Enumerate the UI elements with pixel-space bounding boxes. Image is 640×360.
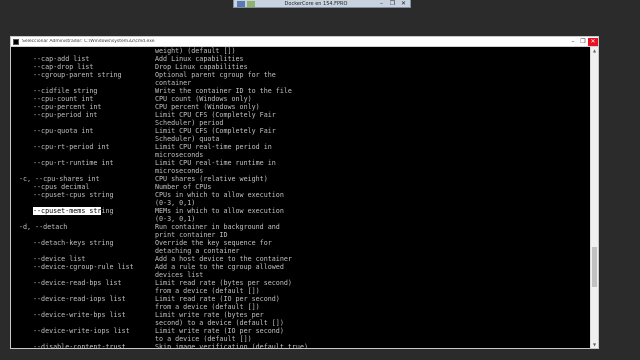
option-description: from a device (default []) xyxy=(155,287,260,295)
scroll-down-arrow-icon[interactable]: ▼ xyxy=(591,341,598,348)
option-name: --cpu-rt-runtime int xyxy=(33,159,114,167)
option-description: Limit CPU CFS (Completely Fair xyxy=(155,127,276,135)
option-name: -c, --cpu-shares int xyxy=(19,175,100,183)
option-description: to a device (default []) xyxy=(155,335,252,343)
option-description: Scheduler) quota xyxy=(155,135,220,143)
remote-close-button[interactable]: ✕ xyxy=(399,0,408,7)
remote-restore-button[interactable]: ❐ xyxy=(388,0,397,7)
option-description: microseconds xyxy=(155,167,204,175)
maximize-button[interactable]: ❐ xyxy=(578,38,588,46)
option-name: --device-cgroup-rule list xyxy=(33,263,134,271)
option-name: --cap-drop list xyxy=(33,63,94,71)
selected-text-highlight[interactable]: --cpuset-mems str xyxy=(33,207,102,215)
scroll-up-arrow-icon[interactable]: ▲ xyxy=(591,47,598,54)
option-name: --cap-add list xyxy=(33,55,90,63)
option-description: Limit read rate (IO per second) xyxy=(155,295,280,303)
option-description: Run container in background and xyxy=(155,223,280,231)
option-description: Scheduler) period xyxy=(155,119,224,127)
remote-minimize-button[interactable]: – xyxy=(377,0,386,7)
option-name: --cpu-count int xyxy=(33,95,94,103)
option-description: Write the container ID to the file xyxy=(155,87,292,95)
option-description: second) to a device (default []) xyxy=(155,319,284,327)
pin-icon[interactable] xyxy=(237,0,245,7)
console-window: Seleccionar Administrador: C:\Windows\sy… xyxy=(10,36,599,349)
minimize-button[interactable]: – xyxy=(568,38,578,46)
option-name: --cpu-period int xyxy=(33,111,98,119)
option-name: --cgroup-parent string xyxy=(33,71,122,79)
option-name: -d, --detach xyxy=(19,223,68,231)
option-name: --cpu-rt-period int xyxy=(33,143,110,151)
option-description: (0-3, 0,1) xyxy=(155,215,196,223)
option-description: CPU percent (Windows only) xyxy=(155,103,260,111)
option-description: MEMs in which to allow execution xyxy=(155,207,284,215)
option-description: Limit CPU CFS (Completely Fair xyxy=(155,111,276,119)
option-name: --device list xyxy=(33,255,86,263)
option-name: --cpu-quota int xyxy=(33,127,94,135)
option-name: --cidfile string xyxy=(33,87,98,95)
mouse-cursor-icon xyxy=(103,248,107,255)
option-name: --device-write-iops list xyxy=(33,327,130,335)
option-name: --detach-keys string xyxy=(33,239,114,247)
window-title: Seleccionar Administrador: C:\Windows\sy… xyxy=(22,39,155,44)
option-name: --device-read-bps list xyxy=(33,279,122,287)
vertical-scrollbar[interactable]: ▲ ▼ xyxy=(590,47,598,348)
option-description: Limit CPU real-time runtime in xyxy=(155,159,276,167)
option-description: microseconds xyxy=(155,151,204,159)
window-titlebar[interactable]: Seleccionar Administrador: C:\Windows\sy… xyxy=(11,37,598,47)
option-description: Drop Linux capabilities xyxy=(155,63,248,71)
option-description: from a device (default []) xyxy=(155,303,260,311)
option-description: print container ID xyxy=(155,231,228,239)
option-description: Add a rule to the cgroup allowed xyxy=(155,263,284,271)
option-description: Override the key sequence for xyxy=(155,239,272,247)
option-name: --device-read-iops list xyxy=(33,295,126,303)
remote-session-bar: DockerCore en 154.FPRO – ❐ ✕ xyxy=(233,0,411,8)
option-description: CPU shares (relative weight) xyxy=(155,175,268,183)
option-name: --cpus decimal xyxy=(33,183,90,191)
option-description: container xyxy=(155,79,192,87)
option-description: CPU count (Windows only) xyxy=(155,95,252,103)
option-description: Limit CPU real-time period in xyxy=(155,143,272,151)
option-description: CPUs in which to allow execution xyxy=(155,191,284,199)
close-button[interactable]: ✕ xyxy=(588,37,598,46)
option-description: Number of CPUs xyxy=(155,183,212,191)
remote-session-title: DockerCore en 154.FPRO xyxy=(284,0,348,7)
option-description: Skip image verification (default true) xyxy=(155,343,308,348)
option-name: --cpu-percent int xyxy=(33,103,102,111)
option-name: --cpuset-cpus string xyxy=(33,191,114,199)
option-name: --device-write-bps list xyxy=(33,311,126,319)
option-description: Limit write rate (IO per second) xyxy=(155,327,284,335)
connection-signal-icon xyxy=(247,0,255,7)
option-description: Add Linux capabilities xyxy=(155,55,244,63)
option-description: Add a host device to the container xyxy=(155,255,292,263)
option-description: (0-3, 0,1) xyxy=(155,199,196,207)
option-description: devices list xyxy=(155,271,204,279)
option-description: Limit write rate (bytes per xyxy=(155,311,264,319)
option-description: weight) (default []) xyxy=(155,47,236,55)
option-name: --disable-content-trust xyxy=(33,343,126,348)
console-output[interactable]: weight) (default []) --cap-add list Add Li… xyxy=(11,47,590,348)
option-description: Optional parent cgroup for the xyxy=(155,71,276,79)
option-description: detaching a container xyxy=(155,247,240,255)
scrollbar-thumb[interactable] xyxy=(592,247,597,287)
cmd-icon xyxy=(13,38,19,45)
option-description: Limit read rate (bytes per second) xyxy=(155,279,292,287)
